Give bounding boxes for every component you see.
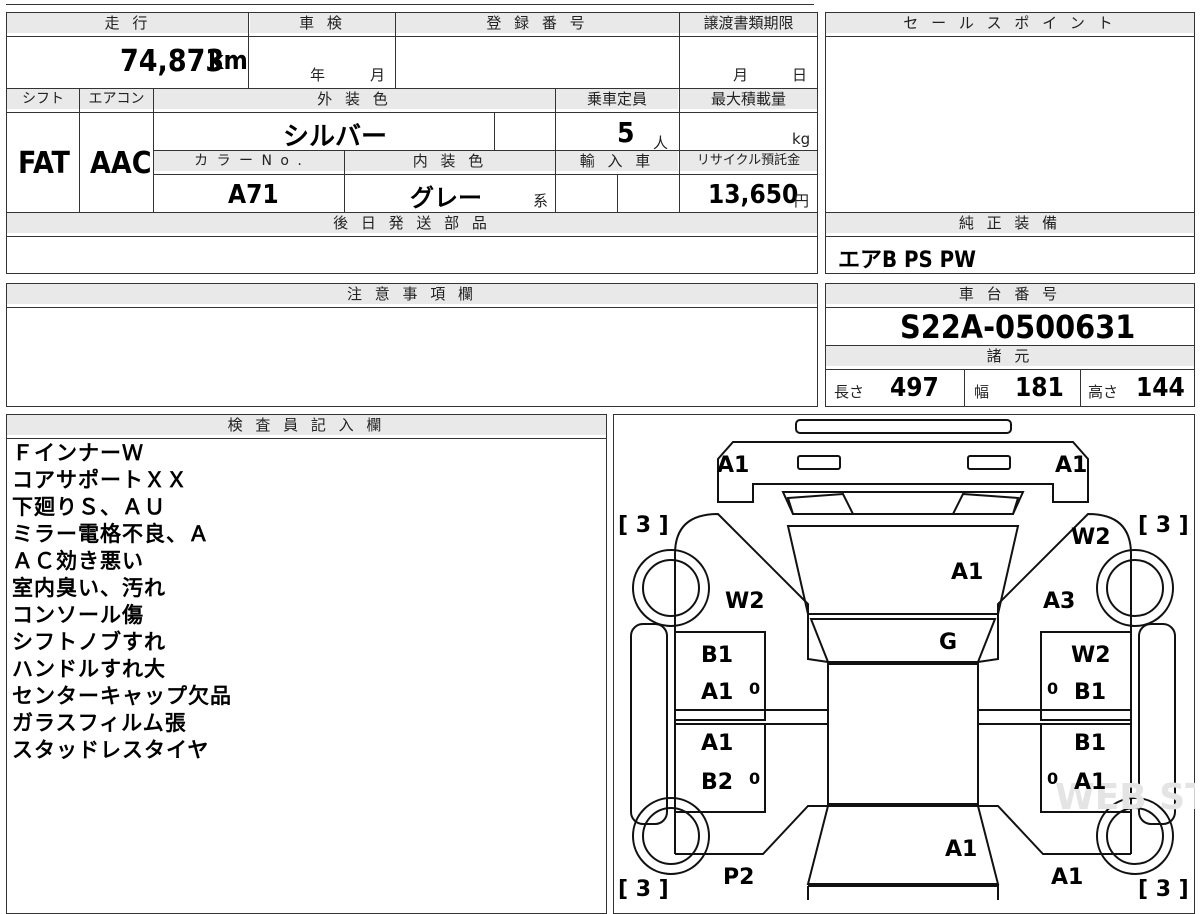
color-no-value: A71 [228, 180, 279, 210]
length-value: 497 [890, 373, 939, 403]
width-value: 181 [1015, 373, 1064, 403]
inspector-header: 検 査 員 記 入 欄 [7, 415, 606, 435]
aircon-value: AAC [90, 146, 152, 181]
inspector-note: ＡＣ効き悪い [12, 549, 144, 573]
handle-mark-rl: 0 [749, 769, 760, 788]
handle-mark-rr: 0 [1047, 769, 1058, 788]
max-load-unit: kg [792, 130, 811, 148]
width-label: 幅 [974, 383, 990, 401]
mileage-unit: km [208, 46, 248, 76]
handle-mark-fr: 0 [1047, 679, 1058, 698]
sales-point-header: セ ー ル ス ポ イ ン ト [826, 13, 1194, 33]
inspection-header: 車 検 [250, 13, 395, 33]
max-load-header: 最大積載量 [680, 89, 817, 109]
damage-roof-rear: A1 [945, 837, 977, 862]
recycle-unit: 円 [794, 192, 810, 210]
deadline-day-unit: 日 [792, 66, 808, 84]
length-label: 長さ [834, 383, 865, 401]
inspection-month-unit: 月 [370, 66, 386, 84]
mileage-header: 走 行 [7, 13, 249, 33]
capacity-header: 乗車定員 [556, 89, 678, 109]
recycle-value: 13,650 [708, 180, 799, 210]
car-diagram: WEB STUDIO PRO A1 A1 [ 3 ] [ 3 ] [ 3 ] [… [618, 419, 1195, 900]
exterior-color-value: シルバー [283, 122, 388, 152]
reg-number-header: 登 録 番 号 [396, 13, 679, 33]
damage-front-right: A1 [1055, 453, 1087, 478]
tire-rr-grade: [ 3 ] [1138, 877, 1189, 900]
shift-value: FAT [18, 146, 70, 181]
inspector-note: シフトノブすれ [12, 630, 166, 654]
inspector-note: 室内臭い、汚れ [12, 576, 166, 600]
interior-color-value: グレー [410, 184, 482, 212]
chassis-value: S22A-0500631 [900, 308, 1136, 346]
handle-mark-fl: 0 [749, 679, 760, 698]
tire-fl-grade: [ 3 ] [618, 513, 669, 538]
damage-door-fl-2: A1 [701, 680, 733, 705]
height-value: 144 [1136, 373, 1185, 403]
damage-front-left: A1 [717, 453, 749, 478]
inspector-note: コアサポートＸＸ [12, 468, 188, 492]
damage-door-fl-1: B1 [701, 643, 733, 668]
damage-fender-fr-1: W2 [1071, 525, 1111, 550]
capacity-value: 5 [617, 116, 635, 149]
notes-header: 注 意 事 項 欄 [7, 284, 817, 304]
exterior-color-header: 外 装 色 [154, 89, 555, 109]
damage-hood: A1 [951, 560, 983, 585]
height-label: 高さ [1088, 383, 1119, 401]
damage-quarter-rl: P2 [723, 865, 754, 890]
inspector-note: コンソール傷 [12, 603, 144, 627]
specs-header: 諸 元 [826, 346, 1194, 366]
damage-door-rr-1: B1 [1074, 731, 1106, 756]
damage-door-rr-2: A1 [1074, 770, 1106, 795]
inspector-note: ＦインナーＷ [12, 441, 144, 465]
inspector-note: 下廻りＳ、ＡＵ [12, 495, 166, 519]
inspector-note: ミラー電格不良、Ａ [12, 522, 210, 546]
later-parts-header: 後 日 発 送 部 品 [7, 213, 817, 233]
inspection-year-unit: 年 [310, 66, 326, 84]
damage-fender-fl: W2 [725, 589, 765, 614]
deadline-month-unit: 月 [733, 66, 749, 84]
damage-windshield: G [939, 630, 957, 655]
inspector-note: スタッドレスタイヤ [12, 738, 210, 762]
aircon-header: エアコン [80, 89, 153, 109]
recycle-header: リサイクル預託金 [680, 151, 817, 171]
shift-header: シフト [7, 89, 79, 109]
damage-door-fr-1: W2 [1071, 643, 1111, 668]
chassis-header: 車 台 番 号 [826, 284, 1194, 304]
damage-door-rl-2: B2 [701, 770, 733, 795]
inspector-notes-list: ＦインナーＷ コアサポートＸＸ 下廻りＳ、ＡＵ ミラー電格不良、Ａ ＡＣ効き悪い… [12, 440, 232, 764]
interior-color-header: 内 装 色 [345, 151, 555, 171]
inspector-note: センターキャップ欠品 [12, 684, 232, 708]
interior-suffix: 系 [533, 192, 549, 210]
factory-equip-header: 純 正 装 備 [826, 213, 1194, 233]
import-header: 輸 入 車 [556, 151, 678, 171]
damage-quarter-rr: A1 [1051, 865, 1083, 890]
tire-fr-grade: [ 3 ] [1138, 513, 1189, 538]
damage-fender-fr-2: A3 [1043, 589, 1075, 614]
transfer-deadline-header: 譲渡書類期限 [680, 13, 817, 33]
damage-door-fr-2: B1 [1074, 680, 1106, 705]
sales-point-box [825, 12, 1195, 274]
top-strip [6, 4, 814, 5]
inspector-note: ガラスフィルム張 [12, 711, 187, 735]
tire-rl-grade: [ 3 ] [618, 877, 669, 900]
factory-equip-value: エアB PS PW [838, 248, 976, 273]
damage-door-rl-1: A1 [701, 731, 733, 756]
color-no-header: カ ラ ー N o . [154, 151, 344, 171]
inspector-note: ハンドルすれ大 [12, 657, 166, 681]
